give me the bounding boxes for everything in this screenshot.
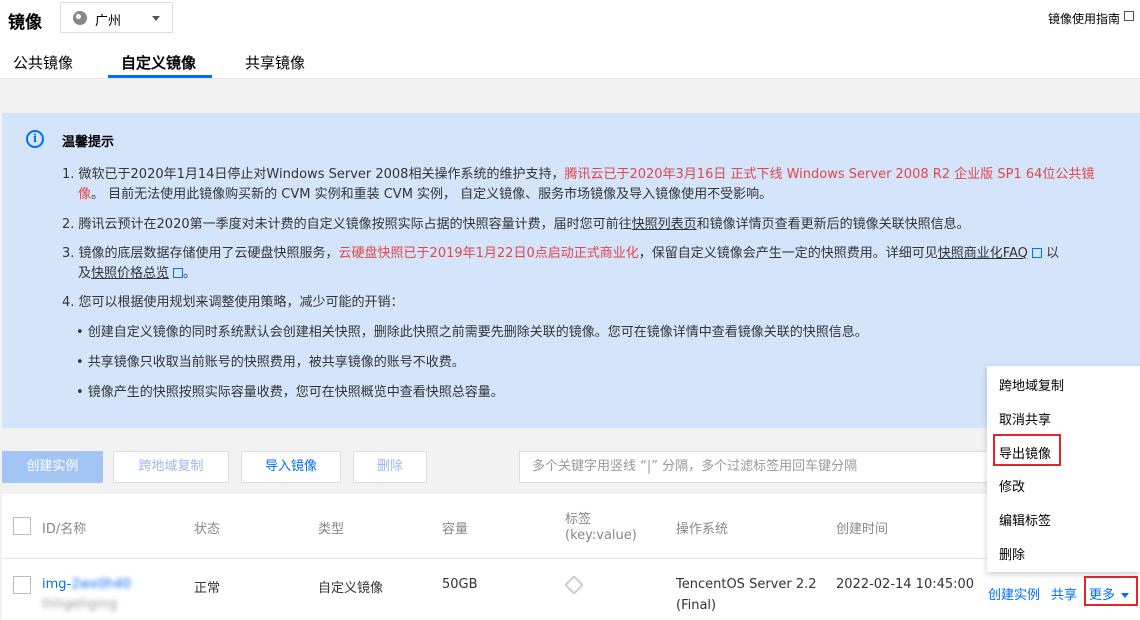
row-divider [2, 558, 1140, 559]
notice-text: 及 [78, 266, 92, 281]
external-link-icon[interactable] [173, 268, 184, 278]
header-os: 操作系统 [676, 522, 729, 537]
image-capacity: 50GB [442, 577, 478, 592]
notice-title: 温馨提示 [62, 135, 115, 150]
globe-icon [73, 11, 87, 25]
region-select[interactable]: 广州 [60, 2, 173, 33]
notice-line-3: 3. 镜像的底层数据存储使用了云硬盘快照服务，云硬盘快照已于2019年1月22日… [62, 242, 1059, 261]
image-id-link[interactable]: img-2wx0h40 [42, 577, 131, 592]
top-bar: 镜像 广州 镜像使用指南 公共镜像 自定义镜像 共享镜像 [0, 0, 1140, 79]
create-instance-button[interactable]: 创建实例 [2, 451, 103, 483]
notice-bullet-3: • 镜像产生的快照按照实际容量收费，您可在快照概览中查看快照总容量。 [76, 385, 504, 400]
notice-line-1: 1. 微软已于2020年1月14日停止对Windows Server 2008相… [62, 163, 1094, 182]
notice-text: 。 [183, 266, 197, 281]
snapshot-price-link[interactable]: 快照价格总览 [91, 266, 169, 281]
more-highlight-box [1084, 576, 1138, 606]
notice-text: ，保留自定义镜像会产生一定的快照费用。详细可见 [638, 246, 938, 261]
image-name: thhgehgmg [42, 597, 118, 612]
header-capacity: 容量 [442, 522, 469, 537]
import-image-button[interactable]: 导入镜像 [241, 451, 341, 483]
notice-text: 。 目前无法使用此镜像购买新的 CVM 实例和重装 CVM 实例， 自定义镜像、… [91, 187, 773, 202]
notice-red-text: 云硬盘快照已于2019年1月22日0点启动正式商业化 [338, 246, 639, 261]
external-link-icon[interactable] [1031, 248, 1042, 258]
row-share-link[interactable]: 共享 [1051, 584, 1077, 603]
header-id: ID/名称 [42, 522, 87, 537]
snapshot-faq-link[interactable]: 快照商业化FAQ [938, 246, 1028, 261]
tab-custom-images[interactable]: 自定义镜像 [121, 52, 196, 73]
image-status: 正常 [194, 581, 221, 596]
notice-text: 1. 微软已于2020年1月14日停止对Windows Server 2008相… [62, 167, 565, 182]
page-title: 镜像 [8, 13, 42, 33]
header-type: 类型 [318, 522, 345, 537]
notice-bullet-2: • 共享镜像只收取当前账号的快照费用，被共享镜像的账号不收费。 [76, 355, 465, 370]
notice-line-1-cont: 像。 目前无法使用此镜像购买新的 CVM 实例和重装 CVM 实例， 自定义镜像… [78, 183, 772, 202]
image-type: 自定义镜像 [318, 581, 384, 596]
menu-item-cancel-share[interactable]: 取消共享 [999, 409, 1051, 428]
tab-shared-images[interactable]: 共享镜像 [245, 52, 305, 73]
notice-bullet-1: • 创建自定义镜像的同时系统默认会创建相关快照，删除此快照之前需要先删除关联的镜… [76, 325, 868, 340]
image-os-line1: TencentOS Server 2.2 [676, 577, 817, 592]
image-id-prefix[interactable]: img- [42, 577, 71, 592]
menu-item-edit-tags[interactable]: 编辑标签 [999, 510, 1051, 529]
notice-text: 以 [1046, 246, 1060, 261]
notice-line-2: 2. 腾讯云预计在2020第一季度对未计费的自定义镜像按照实际占据的快照容量计费… [62, 213, 970, 232]
header-tag: 标签 [565, 512, 592, 527]
notice-text: 2. 腾讯云预计在2020第一季度对未计费的自定义镜像按照实际占据的快照容量计费… [62, 217, 632, 232]
info-icon: i [26, 130, 44, 148]
notice-line-4: 4. 您可以根据使用规划来调整使用策略，减少可能的开销： [62, 295, 404, 310]
export-highlight-box [993, 434, 1061, 466]
row-create-instance-link[interactable]: 创建实例 [988, 584, 1040, 603]
row-checkbox[interactable] [13, 576, 31, 594]
tab-active-underline [108, 75, 212, 78]
notice-text: 和镜像详情页查看更新后的镜像关联快照信息。 [696, 217, 970, 232]
region-label: 广州 [95, 14, 122, 29]
notice-red-text: 腾讯云已于2020年3月16日 正式下线 Windows Server 2008… [564, 167, 1095, 182]
delete-button[interactable]: 删除 [353, 451, 427, 483]
more-dropdown-menu: 跨地域复制 取消共享 导出镜像 修改 编辑标签 删除 [987, 366, 1140, 572]
image-table: ID/名称 状态 类型 容量 标签 (key:value) 操作系统 创建时间 … [2, 494, 1140, 620]
notice-line-3-cont: 及快照价格总览。 [78, 262, 196, 281]
image-created-time: 2022-02-14 10:45:00 [836, 577, 975, 592]
image-id-blurred[interactable]: 2wx0h40 [71, 577, 131, 592]
select-all-checkbox[interactable] [13, 517, 31, 535]
header-created: 创建时间 [836, 522, 889, 537]
notice-text: 3. 镜像的底层数据存储使用了云硬盘快照服务， [62, 246, 339, 261]
external-link-icon[interactable] [1124, 11, 1134, 21]
cross-region-copy-button[interactable]: 跨地域复制 [113, 451, 229, 483]
menu-item-cross-region-copy[interactable]: 跨地域复制 [999, 375, 1064, 394]
image-os-line2: (Final) [676, 598, 717, 613]
snapshot-list-link[interactable]: 快照列表页 [632, 217, 697, 232]
notice-red-text: 像 [78, 187, 92, 202]
search-input[interactable]: 多个关键字用竖线 “|” 分隔，多个过滤标签用回车键分隔 [519, 451, 1039, 483]
header-status: 状态 [194, 522, 221, 537]
chevron-down-icon [152, 16, 160, 21]
guide-link[interactable]: 镜像使用指南 [1048, 10, 1120, 27]
tab-public-images[interactable]: 公共镜像 [13, 52, 73, 73]
menu-item-delete[interactable]: 删除 [999, 544, 1025, 563]
notice-panel: i 温馨提示 1. 微软已于2020年1月14日停止对Windows Serve… [2, 113, 1140, 428]
menu-item-modify[interactable]: 修改 [999, 476, 1025, 495]
tag-icon[interactable] [564, 575, 584, 595]
header-tag-sub: (key:value) [565, 528, 637, 543]
